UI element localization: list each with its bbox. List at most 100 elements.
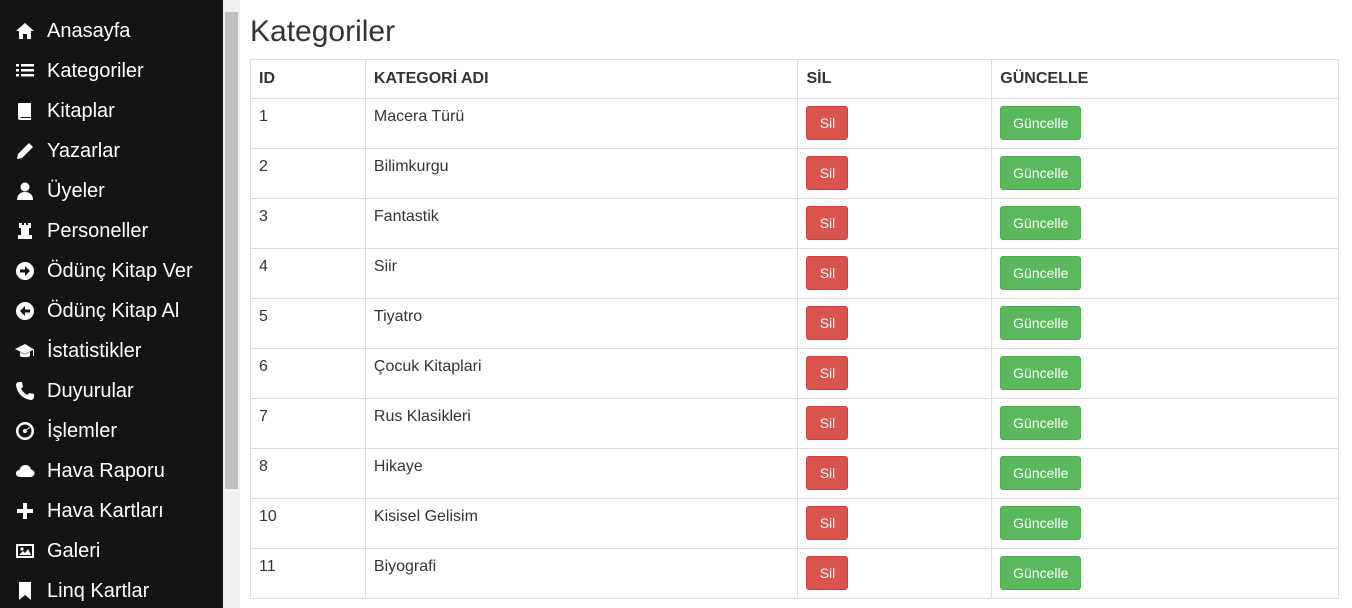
update-button[interactable]: Güncelle bbox=[1000, 356, 1082, 390]
scrollbar-thumb[interactable] bbox=[225, 12, 238, 489]
cloud-icon bbox=[14, 460, 36, 482]
table-row: 11 Biyografi Sil Güncelle bbox=[250, 548, 1339, 599]
update-button[interactable]: Güncelle bbox=[1000, 556, 1082, 590]
cell-id: 5 bbox=[250, 298, 366, 349]
cell-delete: Sil bbox=[797, 348, 993, 399]
sidebar-item-anasayfa[interactable]: Anasayfa bbox=[14, 13, 130, 49]
delete-button[interactable]: Sil bbox=[806, 156, 849, 190]
table-header-row: ID KATEGORİ ADI SİL GÜNCELLE bbox=[250, 59, 1339, 99]
sidebar-item-ödünç-kitap-ver[interactable]: Ödünç Kitap Ver bbox=[14, 253, 193, 289]
header-update: GÜNCELLE bbox=[991, 59, 1339, 99]
list-icon bbox=[14, 60, 36, 82]
picture-icon bbox=[14, 540, 36, 562]
sidebar-item-label: Personeller bbox=[47, 219, 149, 242]
header-delete: SİL bbox=[797, 59, 993, 99]
cell-category-name: Rus Klasikleri bbox=[364, 398, 799, 449]
delete-button[interactable]: Sil bbox=[806, 456, 849, 490]
sidebar-item-label: Kitaplar bbox=[47, 99, 115, 122]
delete-button[interactable]: Sil bbox=[806, 106, 849, 140]
plus-icon bbox=[14, 500, 36, 522]
sidebar-item-label: Kategoriler bbox=[47, 59, 144, 82]
delete-button[interactable]: Sil bbox=[806, 256, 849, 290]
table-row: 5 Tiyatro Sil Güncelle bbox=[250, 298, 1339, 349]
cell-update: Güncelle bbox=[991, 498, 1339, 549]
cell-id: 4 bbox=[250, 248, 366, 299]
update-button[interactable]: Güncelle bbox=[1000, 256, 1082, 290]
sidebar-item-label: Galeri bbox=[47, 539, 101, 562]
cell-category-name: Fantastik bbox=[364, 198, 799, 249]
cell-category-name: Hikaye bbox=[364, 448, 799, 499]
cell-category-name: Çocuk Kitaplari bbox=[364, 348, 799, 399]
delete-button[interactable]: Sil bbox=[806, 206, 849, 240]
sidebar-item-label: Linq Kartlar bbox=[47, 579, 150, 602]
page-title: Kategoriler bbox=[250, 15, 396, 48]
cell-category-name: Biyografi bbox=[364, 548, 799, 599]
education-icon bbox=[14, 340, 36, 362]
cell-update: Güncelle bbox=[991, 148, 1339, 199]
delete-button[interactable]: Sil bbox=[806, 306, 849, 340]
table-row: 2 Bilimkurgu Sil Güncelle bbox=[250, 148, 1339, 199]
circle-arrow-left-icon bbox=[14, 300, 36, 322]
cell-delete: Sil bbox=[797, 98, 993, 149]
sidebar-item-hava-kartları[interactable]: Hava Kartları bbox=[14, 493, 164, 529]
sidebar-scrollbar[interactable] bbox=[223, 0, 240, 608]
sidebar-item-üyeler[interactable]: Üyeler bbox=[14, 173, 105, 209]
update-button[interactable]: Güncelle bbox=[1000, 406, 1082, 440]
user-icon bbox=[14, 180, 36, 202]
sidebar-item-personeller[interactable]: Personeller bbox=[14, 213, 148, 249]
cell-category-name: Siir bbox=[364, 248, 799, 299]
sidebar-item-hava-raporu[interactable]: Hava Raporu bbox=[14, 453, 165, 489]
sidebar-item-label: Yazarlar bbox=[47, 139, 120, 162]
pencil-icon bbox=[14, 140, 36, 162]
sidebar-item-linq-kartlar[interactable]: Linq Kartlar bbox=[14, 573, 149, 608]
table-row: 10 Kisisel Gelisim Sil Güncelle bbox=[250, 498, 1339, 549]
sidebar-item-duyurular[interactable]: Duyurular bbox=[14, 373, 134, 409]
sidebar-item-i-şlemler[interactable]: İşlemler bbox=[14, 413, 117, 449]
cell-delete: Sil bbox=[797, 248, 993, 299]
book-icon bbox=[14, 100, 36, 122]
update-button[interactable]: Güncelle bbox=[1000, 206, 1082, 240]
cell-update: Güncelle bbox=[991, 198, 1339, 249]
sidebar-item-yazarlar[interactable]: Yazarlar bbox=[14, 133, 120, 169]
sidebar-item-galeri[interactable]: Galeri bbox=[14, 533, 100, 569]
update-button[interactable]: Güncelle bbox=[1000, 506, 1082, 540]
delete-button[interactable]: Sil bbox=[806, 356, 849, 390]
cell-id: 2 bbox=[250, 148, 366, 199]
update-button[interactable]: Güncelle bbox=[1000, 106, 1082, 140]
cell-id: 6 bbox=[250, 348, 366, 399]
cell-category-name: Macera Türü bbox=[364, 98, 799, 149]
dashboard-icon bbox=[14, 420, 36, 442]
delete-button[interactable]: Sil bbox=[806, 506, 849, 540]
categories-table: ID KATEGORİ ADI SİL GÜNCELLE 1 Macera Tür… bbox=[250, 59, 1339, 599]
cell-delete: Sil bbox=[797, 298, 993, 349]
cell-update: Güncelle bbox=[991, 548, 1339, 599]
update-button[interactable]: Güncelle bbox=[1000, 456, 1082, 490]
sidebar-item-kitaplar[interactable]: Kitaplar bbox=[14, 93, 115, 129]
table-row: 4 Siir Sil Güncelle bbox=[250, 248, 1339, 299]
sidebar-item-label: İşlemler bbox=[47, 419, 118, 442]
sidebar-item-label: Hava Kartları bbox=[47, 499, 164, 522]
cell-category-name: Kisisel Gelisim bbox=[364, 498, 799, 549]
table-row: 6 Çocuk Kitaplari Sil Güncelle bbox=[250, 348, 1339, 399]
header-category-name: KATEGORİ ADI bbox=[364, 59, 799, 99]
sidebar-item-kategoriler[interactable]: Kategoriler bbox=[14, 53, 144, 89]
cell-delete: Sil bbox=[797, 448, 993, 499]
sidebar-item-ödünç-kitap-al[interactable]: Ödünç Kitap Al bbox=[14, 293, 179, 329]
cell-delete: Sil bbox=[797, 498, 993, 549]
cell-update: Güncelle bbox=[991, 248, 1339, 299]
cell-update: Güncelle bbox=[991, 448, 1339, 499]
update-button[interactable]: Güncelle bbox=[1000, 156, 1082, 190]
sidebar-item-i-statistikler[interactable]: İstatistikler bbox=[14, 333, 141, 369]
header-id: ID bbox=[250, 59, 366, 99]
cell-update: Güncelle bbox=[991, 398, 1339, 449]
delete-button[interactable]: Sil bbox=[806, 406, 849, 440]
sidebar-item-label: İstatistikler bbox=[47, 339, 142, 362]
delete-button[interactable]: Sil bbox=[806, 556, 849, 590]
sidebar-item-label: Anasayfa bbox=[47, 19, 131, 42]
cell-category-name: Tiyatro bbox=[364, 298, 799, 349]
update-button[interactable]: Güncelle bbox=[1000, 306, 1082, 340]
cell-id: 8 bbox=[250, 448, 366, 499]
cell-update: Güncelle bbox=[991, 298, 1339, 349]
circle-arrow-right-icon bbox=[14, 260, 36, 282]
cell-update: Güncelle bbox=[991, 98, 1339, 149]
